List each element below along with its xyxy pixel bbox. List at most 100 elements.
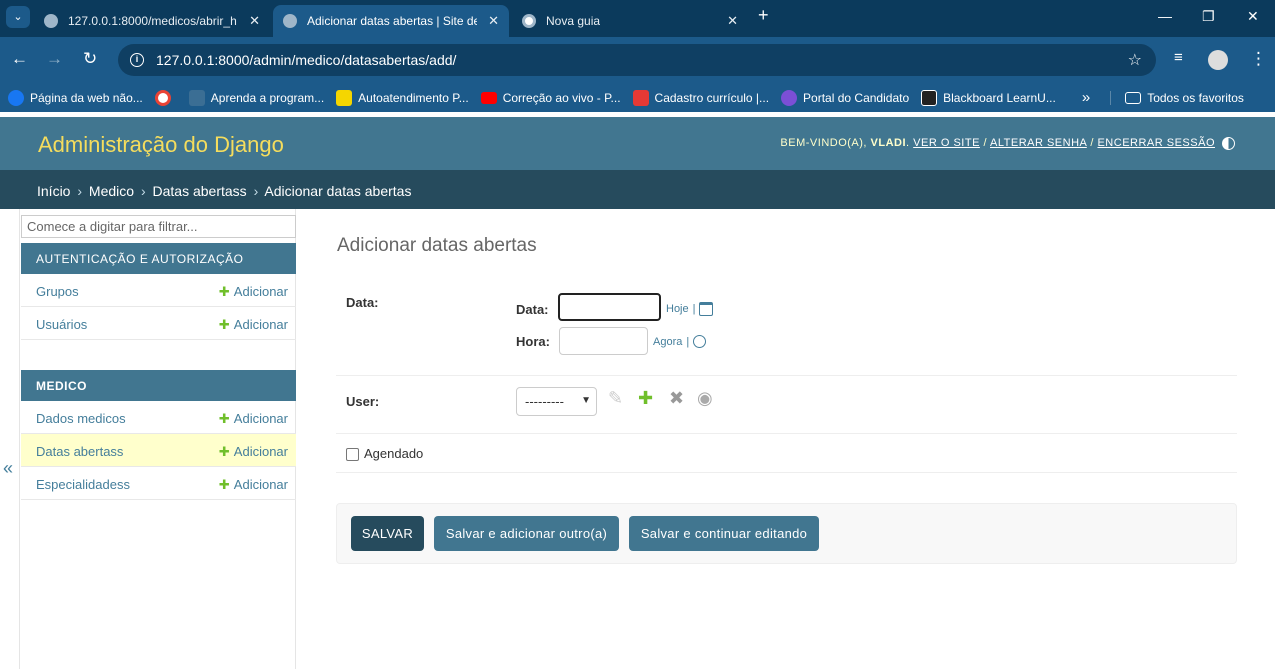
- forward-icon[interactable]: →: [46, 49, 63, 69]
- bookmark-label: Cadastro currículo |...: [654, 90, 770, 105]
- time-input[interactable]: [559, 327, 648, 355]
- save-and-add-another-button[interactable]: Salvar e adicionar outro(a): [434, 516, 619, 551]
- browser-tab-1[interactable]: 127.0.0.1:8000/medicos/abrir_h ✕: [34, 5, 270, 37]
- add-link[interactable]: ✚ Adicionar: [219, 477, 288, 493]
- theme-toggle-icon[interactable]: [1222, 137, 1235, 150]
- url-bar[interactable]: i 127.0.0.1:8000/admin/medico/datasabert…: [118, 44, 1156, 76]
- blackboard-icon: [921, 89, 938, 106]
- view-site-link[interactable]: VER O SITE: [913, 137, 980, 149]
- bookmark-item[interactable]: Correção ao vivo - P...: [475, 91, 627, 105]
- field-label: User:: [346, 394, 380, 409]
- bookmark-item[interactable]: [149, 89, 183, 106]
- selected-option: ---------: [525, 394, 564, 409]
- breadcrumb-model[interactable]: Datas abertass: [153, 183, 247, 199]
- browser-tab-2[interactable]: Adicionar datas abertas | Site de ✕: [273, 5, 509, 37]
- bookmark-item[interactable]: Autoatendimento P...: [330, 89, 475, 106]
- form-row-agendado: Agendado: [336, 434, 1237, 473]
- bank-icon: [336, 89, 353, 106]
- all-bookmarks[interactable]: Todos os favoritos: [1110, 90, 1250, 105]
- sidebar-item-usuarios[interactable]: Usuários ✚ Adicionar: [21, 307, 296, 340]
- sidebar-item-datas-abertass[interactable]: Datas abertass ✚ Adicionar: [21, 434, 296, 467]
- view-related-icon[interactable]: ◉: [697, 388, 713, 409]
- add-link[interactable]: ✚ Adicionar: [219, 444, 288, 460]
- menu-icon[interactable]: ⋮: [1250, 49, 1267, 69]
- plus-icon: ✚: [218, 317, 230, 332]
- bookmark-item[interactable]: Portal do Candidato: [775, 89, 915, 106]
- bookmark-item[interactable]: Blackboard LearnU...: [915, 89, 1062, 106]
- tab-label: Adicionar datas abertas | Site de: [307, 14, 477, 28]
- breadcrumb-app[interactable]: Medico: [89, 183, 134, 199]
- tab-search-button[interactable]: ⌄: [6, 6, 30, 28]
- breadcrumb-current: Adicionar datas abertas: [264, 183, 412, 199]
- tab-label: Nova guia: [546, 14, 601, 28]
- add-related-icon[interactable]: ✚: [638, 388, 653, 409]
- add-label: Adicionar: [233, 477, 288, 492]
- user-select[interactable]: --------- ▼: [516, 387, 597, 416]
- bookmark-label: Página da web não...: [30, 90, 143, 105]
- page-icon: [188, 89, 205, 106]
- media-icon[interactable]: ≡: [1174, 49, 1183, 66]
- clock-icon[interactable]: [693, 335, 707, 348]
- sidebar-item-grupos[interactable]: Grupos ✚ Adicionar: [21, 274, 296, 307]
- restore-button[interactable]: ❐: [1202, 8, 1215, 25]
- model-link[interactable]: Dados medicos: [36, 411, 126, 426]
- more-bookmarks-icon[interactable]: »: [1076, 89, 1096, 106]
- bookmark-item[interactable]: Página da web não...: [0, 89, 149, 106]
- add-link[interactable]: ✚ Adicionar: [219, 284, 288, 300]
- bookmark-item[interactable]: Cadastro currículo |...: [627, 89, 776, 106]
- add-label: Adicionar: [233, 284, 288, 299]
- app-caption-medico[interactable]: MEDICO: [21, 370, 296, 401]
- close-window-button[interactable]: ✕: [1247, 8, 1259, 25]
- delete-related-icon[interactable]: ✖: [669, 388, 684, 409]
- toggle-sidebar-button[interactable]: «: [3, 458, 13, 479]
- agendado-checkbox[interactable]: [346, 448, 359, 461]
- save-and-continue-button[interactable]: Salvar e continuar editando: [629, 516, 819, 551]
- app-caption-auth[interactable]: AUTENTICAÇÃO E AUTORIZAÇÃO: [21, 243, 296, 274]
- date-input[interactable]: [558, 293, 661, 321]
- close-tab-icon[interactable]: ✕: [249, 13, 260, 29]
- model-link[interactable]: Usuários: [36, 317, 87, 332]
- agendado-label[interactable]: Agendado: [364, 446, 423, 461]
- logout-link[interactable]: ENCERRAR SESSÃO: [1097, 137, 1215, 149]
- bookmark-item[interactable]: Aprenda a program...: [183, 89, 330, 106]
- submit-row: SALVAR Salvar e adicionar outro(a) Salva…: [336, 503, 1237, 564]
- change-password-link[interactable]: ALTERAR SENHA: [990, 137, 1087, 149]
- add-link[interactable]: ✚ Adicionar: [219, 411, 288, 427]
- browser-tab-3[interactable]: Nova guia ✕: [512, 5, 748, 37]
- reload-icon[interactable]: ↻: [83, 49, 97, 69]
- today-link[interactable]: Hoje: [666, 303, 689, 315]
- bookmark-label: Autoatendimento P...: [358, 90, 469, 105]
- separator: |: [692, 303, 696, 315]
- nav-filter-input[interactable]: Comece a digitar para filtrar...: [21, 215, 296, 238]
- user-tools: BEM-VINDO(A), VLADI. VER O SITE / ALTERA…: [780, 137, 1215, 149]
- site-info-icon[interactable]: i: [130, 53, 144, 67]
- close-tab-icon[interactable]: ✕: [488, 13, 499, 29]
- site-brand[interactable]: Administração do Django: [38, 132, 284, 158]
- edit-pencil-icon[interactable]: ✎: [608, 388, 623, 409]
- bookmark-label: Aprenda a program...: [210, 90, 325, 105]
- bookmark-label: Correção ao vivo - P...: [502, 90, 621, 105]
- new-tab-button[interactable]: +: [758, 5, 769, 26]
- back-icon[interactable]: ←: [11, 49, 28, 69]
- calendar-icon[interactable]: [699, 302, 714, 316]
- plus-icon: ✚: [218, 477, 230, 492]
- tab-label: 127.0.0.1:8000/medicos/abrir_h: [68, 14, 237, 28]
- form-row-data: Data: Data: Hoje | Hora: Agora |: [336, 283, 1237, 376]
- sidebar-item-especialidadess[interactable]: Especialidadess ✚ Adicionar: [21, 467, 296, 500]
- model-link[interactable]: Datas abertass: [36, 444, 123, 459]
- add-label: Adicionar: [233, 444, 288, 459]
- sidebar-item-dados-medicos[interactable]: Dados medicos ✚ Adicionar: [21, 401, 296, 434]
- bookmark-star-icon[interactable]: ☆: [1128, 50, 1142, 70]
- save-button[interactable]: SALVAR: [351, 516, 424, 551]
- now-link[interactable]: Agora: [653, 336, 682, 348]
- model-link[interactable]: Grupos: [36, 284, 79, 299]
- minimize-button[interactable]: —: [1158, 8, 1172, 24]
- add-link[interactable]: ✚ Adicionar: [219, 317, 288, 333]
- model-link[interactable]: Especialidadess: [36, 477, 130, 492]
- plus-icon: ✚: [218, 284, 230, 299]
- separator: /: [983, 137, 988, 149]
- breadcrumb-home[interactable]: Início: [37, 183, 70, 199]
- profile-avatar[interactable]: [1208, 50, 1228, 70]
- close-tab-icon[interactable]: ✕: [727, 13, 738, 29]
- time-label: Hora:: [516, 334, 550, 349]
